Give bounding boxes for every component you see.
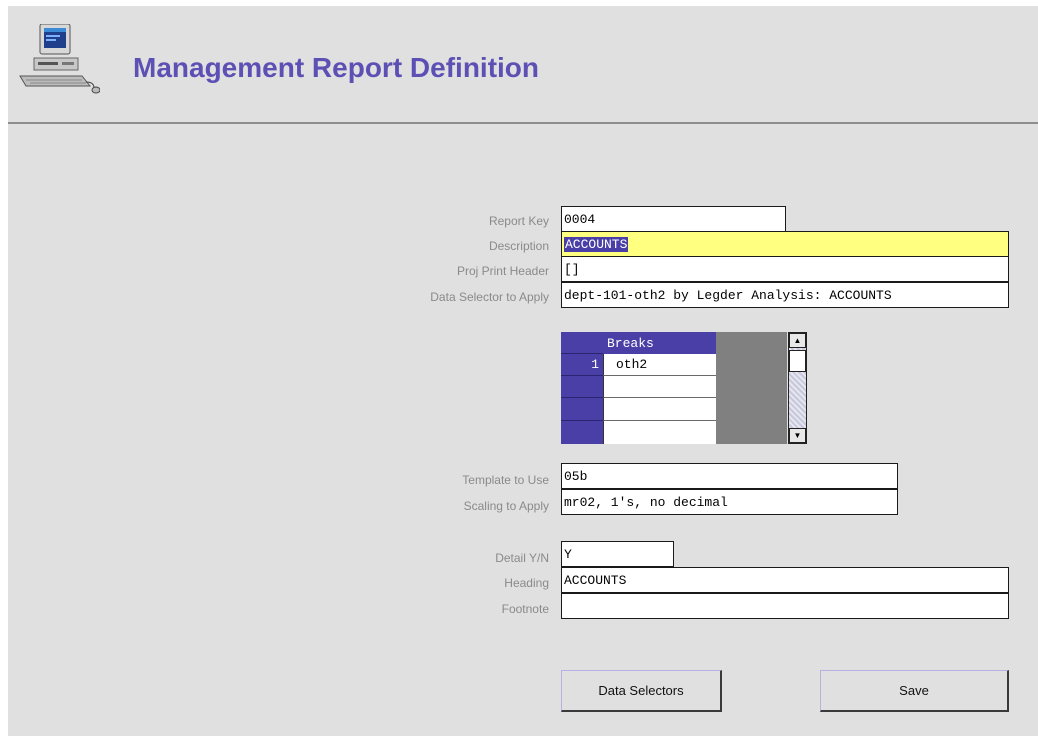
grid-corner xyxy=(561,332,603,354)
row-number xyxy=(561,421,603,444)
description-value: ACCOUNTS xyxy=(564,237,629,252)
vertical-scrollbar[interactable]: ▲ ▼ xyxy=(788,332,807,444)
scaling-field[interactable]: mr02, 1's, no decimal xyxy=(561,489,898,515)
footnote-label: Footnote xyxy=(501,602,549,616)
breaks-cell[interactable] xyxy=(603,376,716,398)
data-selectors-button[interactable]: Data Selectors xyxy=(561,670,722,712)
data-selector-field[interactable]: dept-101-oth2 by Legder Analysis: ACCOUN… xyxy=(561,282,1009,308)
save-button[interactable]: Save xyxy=(820,670,1009,712)
description-field[interactable]: ACCOUNTS xyxy=(561,231,1009,257)
template-label: Template to Use xyxy=(462,473,549,487)
page-title: Management Report Definition xyxy=(133,52,540,83)
footnote-field[interactable] xyxy=(561,593,1009,619)
computer-icon xyxy=(19,24,100,94)
report-key-field[interactable]: 0004 xyxy=(561,206,786,232)
scroll-up-icon[interactable]: ▲ xyxy=(789,333,806,348)
detail-field[interactable]: Y xyxy=(561,541,674,567)
row-number: 1 xyxy=(561,354,603,376)
row-number xyxy=(561,376,603,398)
form-window: Management Report Definition Report Key … xyxy=(8,6,1038,736)
report-key-label: Report Key xyxy=(488,214,549,228)
scaling-label: Scaling to Apply xyxy=(463,499,549,513)
header: Management Report Definition xyxy=(8,6,1038,124)
breaks-cell[interactable] xyxy=(603,398,716,421)
scroll-down-icon[interactable]: ▼ xyxy=(789,428,806,443)
breaks-grid: Breaks 1 oth2 ▲ ▼ xyxy=(561,332,807,444)
heading-label: Heading xyxy=(504,576,549,590)
heading-field[interactable]: ACCOUNTS xyxy=(561,567,1009,593)
description-label: Description xyxy=(488,239,549,253)
breaks-cell[interactable]: oth2 xyxy=(603,354,716,376)
proj-print-header-label: Proj Print Header xyxy=(456,264,549,278)
data-selector-label: Data Selector to Apply xyxy=(430,290,549,304)
grid-empty-area xyxy=(716,332,787,444)
proj-print-header-field[interactable]: [] xyxy=(561,256,1009,282)
breaks-column-header[interactable]: Breaks xyxy=(603,332,716,354)
breaks-cell[interactable] xyxy=(603,421,716,444)
template-field[interactable]: 05b xyxy=(561,463,898,489)
row-number xyxy=(561,398,603,421)
scroll-thumb[interactable] xyxy=(789,350,806,372)
detail-label: Detail Y/N xyxy=(495,551,549,565)
